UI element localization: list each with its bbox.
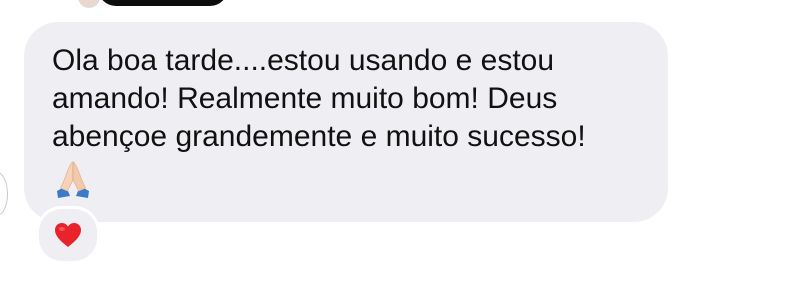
avatar <box>78 0 100 8</box>
previous-message-bubble[interactable] <box>98 0 228 6</box>
heart-icon <box>55 223 81 247</box>
message-bubble[interactable]: Ola boa tarde....estou usando e estou am… <box>24 22 668 222</box>
chat-thread: Ola boa tarde....estou usando e estou am… <box>0 0 800 290</box>
reaction-badge[interactable] <box>36 206 100 264</box>
message-text: Ola boa tarde....estou usando e estou am… <box>52 44 586 153</box>
praying-hands-icon <box>57 161 89 198</box>
message-emoji-line <box>52 160 644 200</box>
partial-avatar-outline <box>0 172 8 216</box>
